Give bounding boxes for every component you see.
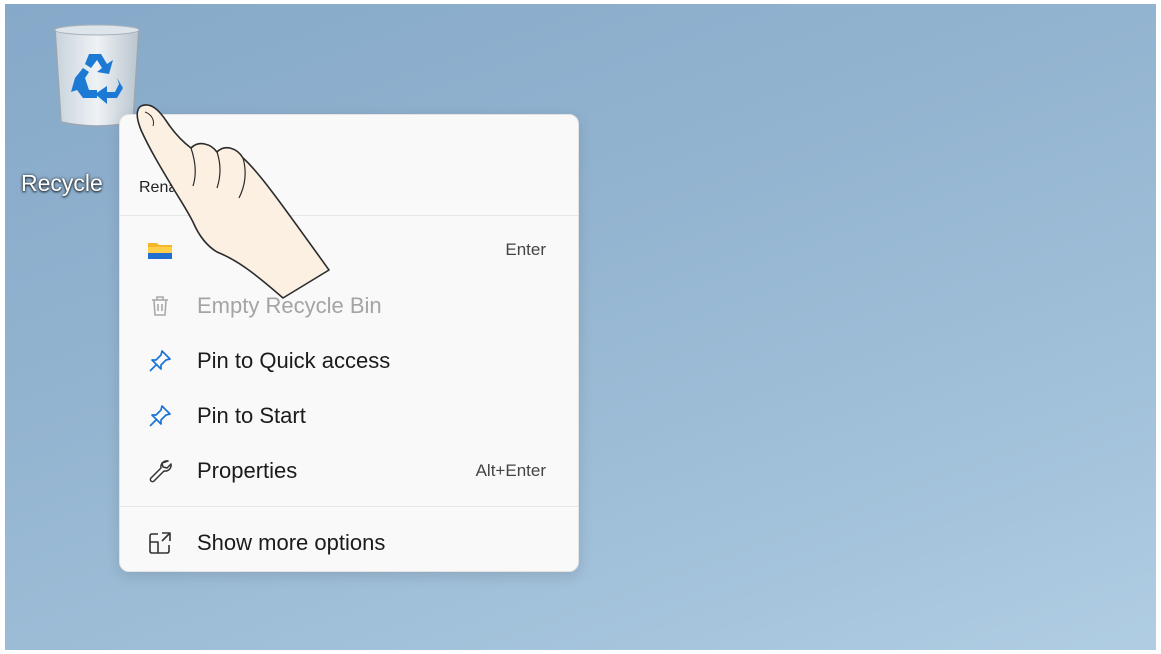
menu-item-label: Show more options bbox=[197, 530, 386, 555]
recycle-bin-label: Recycle bbox=[21, 170, 103, 196]
menu-item-shortcut: Enter bbox=[505, 240, 546, 259]
folder-icon bbox=[148, 243, 172, 259]
rename-button[interactable]: Rena bbox=[139, 179, 177, 197]
screenshot-frame: Recycle Rena Enter Empty Recycle Bin Pin… bbox=[0, 0, 1161, 654]
share-icon bbox=[149, 532, 171, 554]
quick-actions-bar: Rena bbox=[120, 115, 578, 215]
menu-item-pin-quick-access[interactable]: Pin to Quick access bbox=[128, 336, 570, 386]
pin-icon bbox=[149, 405, 171, 427]
wrench-icon bbox=[149, 460, 172, 483]
menu-separator bbox=[120, 215, 578, 216]
menu-item-empty-recycle-bin: Empty Recycle Bin bbox=[128, 281, 570, 331]
desktop[interactable]: Recycle Rena Enter Empty Recycle Bin Pin… bbox=[5, 4, 1156, 650]
menu-item-label: Pin to Quick access bbox=[197, 348, 391, 373]
menu-item-show-more-options[interactable]: Show more options bbox=[128, 518, 570, 568]
menu-item-properties[interactable]: Properties Alt+Enter bbox=[128, 446, 570, 496]
menu-item-shortcut: Alt+Enter bbox=[475, 461, 546, 480]
menu-item-label: Properties bbox=[197, 458, 298, 483]
trash-icon bbox=[152, 296, 168, 316]
pin-icon bbox=[149, 350, 171, 372]
menu-item-label: Pin to Start bbox=[197, 403, 306, 428]
menu-item-open[interactable]: Enter bbox=[128, 225, 570, 275]
menu-separator bbox=[120, 506, 578, 507]
context-menu: Rena Enter Empty Recycle Bin Pin to Quic… bbox=[119, 114, 579, 572]
menu-item-pin-to-start[interactable]: Pin to Start bbox=[128, 391, 570, 441]
menu-item-label: Empty Recycle Bin bbox=[197, 293, 382, 318]
